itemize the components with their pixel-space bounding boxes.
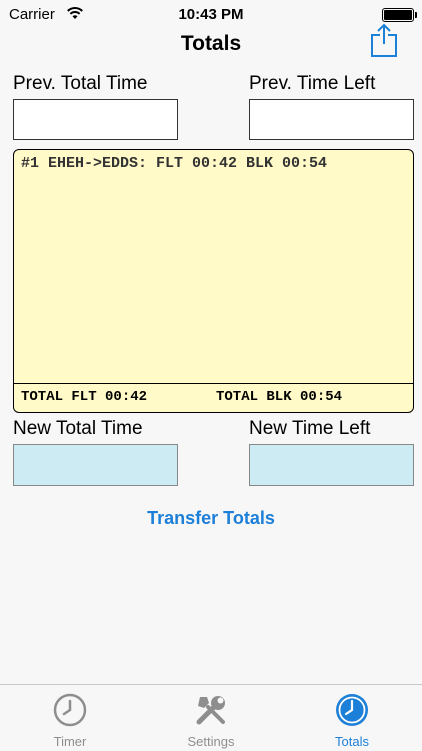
share-icon[interactable] xyxy=(368,22,400,58)
new-total-time-field[interactable] xyxy=(13,444,178,486)
prev-time-left-label: Prev. Time Left xyxy=(249,73,376,94)
tab-timer[interactable]: Timer xyxy=(0,685,140,751)
clock-icon xyxy=(53,693,87,727)
prev-total-time-field[interactable] xyxy=(13,99,178,140)
prev-total-time-label: Prev. Total Time xyxy=(13,73,148,94)
navigation-bar: Totals xyxy=(0,23,422,70)
tab-settings[interactable]: Settings xyxy=(141,685,281,751)
transfer-totals-button[interactable]: Transfer Totals xyxy=(0,508,422,529)
flight-log-entry: #1 EHEH->EDDS: FLT 00:42 BLK 00:54 xyxy=(21,155,328,172)
tab-totals-label: Totals xyxy=(335,734,369,749)
clock-icon xyxy=(336,694,368,726)
tab-bar: Timer Settings Totals xyxy=(0,684,422,751)
battery-icon xyxy=(382,8,417,22)
page-title: Totals xyxy=(180,32,242,55)
status-bar: Carrier 10:43 PM xyxy=(0,0,422,30)
tools-icon xyxy=(196,696,225,725)
tab-settings-label: Settings xyxy=(187,734,235,749)
total-flt-label: TOTAL FLT 00:42 xyxy=(21,389,148,405)
tab-timer-label: Timer xyxy=(53,734,87,749)
prev-time-left-field[interactable] xyxy=(249,99,414,140)
tab-totals[interactable]: Totals xyxy=(282,685,422,751)
total-blk-label: TOTAL BLK 00:54 xyxy=(216,389,343,405)
new-time-left-label: New Time Left xyxy=(249,418,371,439)
new-total-time-label: New Total Time xyxy=(13,418,143,439)
flight-log-panel[interactable]: #1 EHEH->EDDS: FLT 00:42 BLK 00:54 TOTAL… xyxy=(13,149,414,413)
flight-log-totals: TOTAL FLT 00:42 TOTAL BLK 00:54 xyxy=(14,383,413,412)
new-time-left-field[interactable] xyxy=(249,444,414,486)
status-time: 10:43 PM xyxy=(178,6,244,23)
